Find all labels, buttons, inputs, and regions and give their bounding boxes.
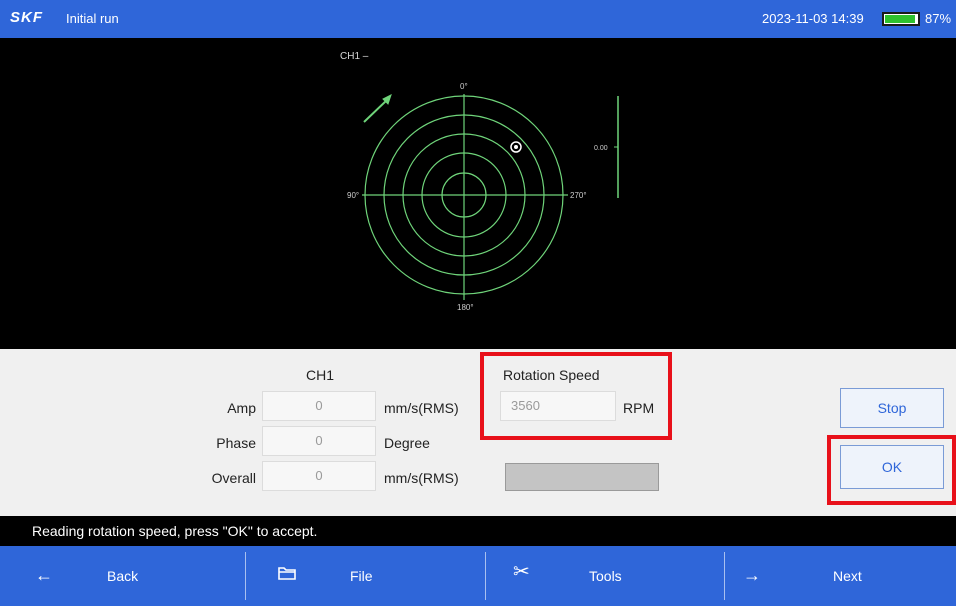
vector-marker-icon — [510, 141, 522, 153]
channel-label: CH1 – — [340, 51, 369, 62]
page-title: Initial run — [66, 11, 119, 26]
phase-value-field: 0 — [262, 426, 376, 456]
battery-level-fill — [885, 15, 915, 23]
angle-label-top: 0° — [460, 82, 468, 91]
bottom-nav: ← Back File ✂ Tools → Next — [0, 546, 956, 606]
phase-label: Phase — [216, 435, 256, 451]
arrow-right-icon: → — [743, 565, 761, 585]
polar-grid — [362, 94, 568, 300]
angle-label-bottom: 180° — [457, 303, 474, 312]
folder-icon — [278, 565, 296, 584]
title-bar: SKF Initial run 2023-11-03 14:39 87% — [0, 0, 956, 38]
datetime-display: 2023-11-03 14:39 — [762, 11, 864, 26]
back-button[interactable]: ← Back — [0, 546, 238, 606]
skf-logo: SKF — [10, 9, 43, 26]
back-label: Back — [107, 568, 139, 584]
tools-label: Tools — [589, 568, 622, 584]
overall-unit: mm/s(RMS) — [384, 470, 459, 486]
stop-button[interactable]: Stop — [840, 388, 944, 428]
tools-icon: ✂ — [513, 561, 530, 583]
file-label: File — [350, 568, 373, 584]
angle-label-right: 270° — [570, 191, 587, 200]
amp-unit: mm/s(RMS) — [384, 400, 459, 416]
polar-plot: CH1 – 0° 90° 270° 180° 0.00 — [340, 51, 619, 312]
angle-label-left: 90° — [347, 191, 359, 200]
battery-percentage: 87% — [925, 11, 952, 26]
rotation-speed-unit: RPM — [623, 400, 655, 416]
scale-bar-label: 0.00 — [594, 145, 608, 152]
overall-label: Overall — [211, 470, 256, 486]
channel-header: CH1 — [306, 367, 335, 383]
measurement-panel: CH1 Amp 0 mm/s(RMS) Phase 0 Degree Overa… — [0, 349, 956, 516]
tools-button[interactable]: ✂ Tools — [486, 546, 724, 606]
reading-indicator-bar — [505, 463, 659, 491]
polar-plot-panel: CH1 – 0° 90° 270° 180° 0.00 — [0, 38, 956, 349]
rotation-speed-title: Rotation Speed — [503, 367, 600, 383]
phase-unit: Degree — [384, 435, 430, 451]
amp-value-field: 0 — [262, 391, 376, 421]
amp-label: Amp — [227, 400, 256, 416]
status-bar: Reading rotation speed, press "OK" to ac… — [0, 516, 956, 546]
next-button[interactable]: → Next — [725, 546, 956, 606]
arrow-left-icon: ← — [35, 565, 53, 585]
status-message: Reading rotation speed, press "OK" to ac… — [32, 523, 318, 539]
battery-icon — [882, 12, 920, 26]
ok-button[interactable]: OK — [840, 445, 944, 489]
rotation-speed-field: 3560 — [500, 391, 616, 421]
overall-value-field: 0 — [262, 461, 376, 491]
next-label: Next — [833, 568, 862, 584]
file-button[interactable]: File — [246, 546, 484, 606]
rotation-direction-arrow-icon — [363, 94, 392, 123]
